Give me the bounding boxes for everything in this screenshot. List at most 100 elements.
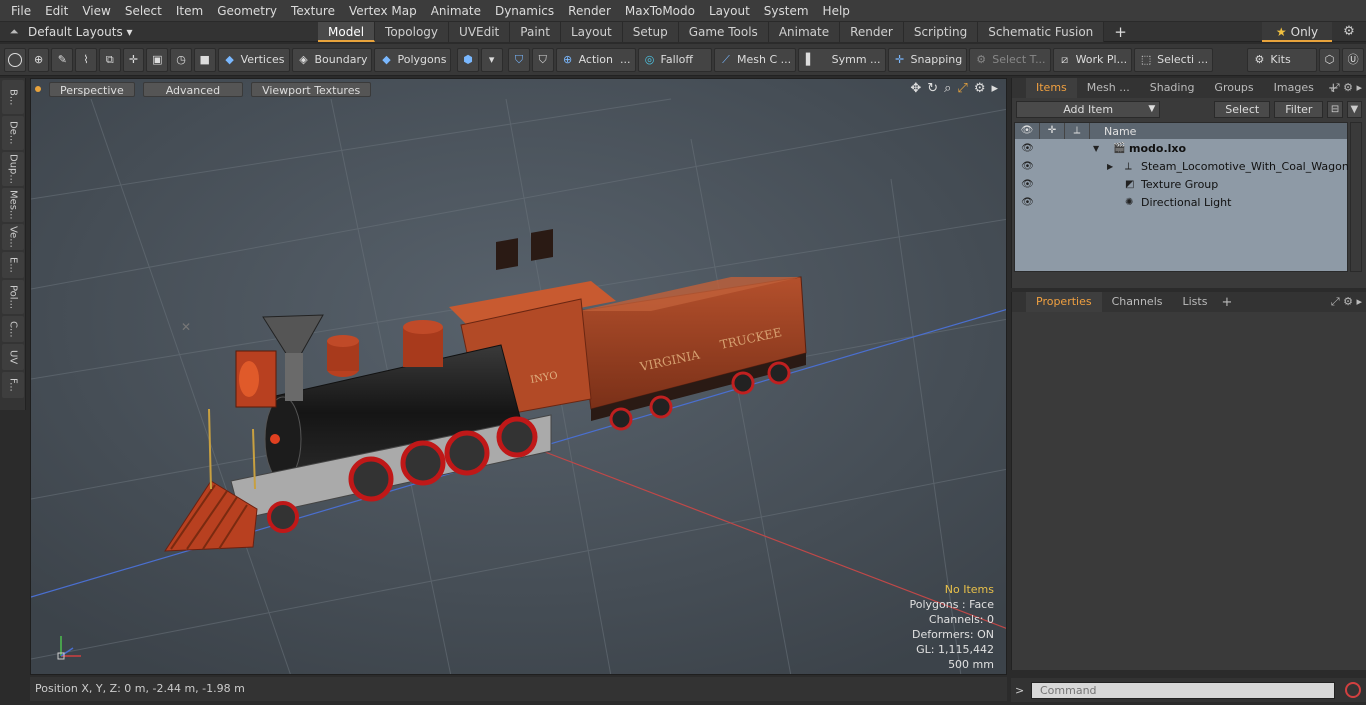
- tab-topology[interactable]: Topology: [375, 21, 450, 42]
- vertices-button[interactable]: ◆ Vertices: [217, 47, 290, 72]
- viewport-textures-button[interactable]: Viewport Textures: [251, 81, 372, 97]
- zoom-icon[interactable]: ⌕: [944, 81, 951, 96]
- add-item-button[interactable]: Add Item ▼: [1016, 100, 1161, 118]
- record-macro-icon[interactable]: [1345, 682, 1361, 698]
- collapse-icon[interactable]: ⊟: [1327, 100, 1343, 118]
- unreal-button[interactable]: Ⓤ: [1342, 47, 1365, 72]
- tab-uvedit[interactable]: UVEdit: [449, 21, 511, 42]
- material-button[interactable]: ⬢: [457, 47, 479, 72]
- falloff-button[interactable]: ◎ Falloff: [637, 47, 712, 72]
- scale-button[interactable]: ▣: [146, 47, 169, 72]
- symmetry-button[interactable]: ▌ Symm ...: [798, 47, 886, 72]
- tab-channels[interactable]: Channels: [1102, 292, 1173, 312]
- advanced-button[interactable]: Advanced: [142, 81, 244, 97]
- fit-icon[interactable]: ⤢: [957, 81, 967, 96]
- type-column-icon[interactable]: ⟂: [1065, 123, 1090, 139]
- tab-groups[interactable]: Groups: [1204, 78, 1263, 98]
- item-mode-button[interactable]: ■: [193, 47, 216, 72]
- menu-maxtomodo[interactable]: MaxToModo: [618, 0, 702, 22]
- pen-button[interactable]: ✎: [51, 47, 74, 72]
- action-button[interactable]: ⊕ Action ...: [555, 47, 636, 72]
- left-tab-mesh-edit[interactable]: Mes...: [2, 188, 24, 222]
- expand-triangle-icon[interactable]: ▶: [1107, 162, 1113, 171]
- transform-button[interactable]: ⧉: [98, 47, 121, 72]
- viewport-menu-dot[interactable]: [35, 86, 41, 92]
- tab-game-tools[interactable]: Game Tools: [678, 21, 769, 42]
- expand-triangle-icon[interactable]: ▼: [1093, 144, 1099, 153]
- select-through-button[interactable]: ⚙ Select T...: [969, 47, 1051, 72]
- panel-options-icon[interactable]: ⤢ ⚙ ▸: [1331, 78, 1362, 98]
- funnel-icon[interactable]: ▼: [1346, 100, 1362, 118]
- expand-right-icon[interactable]: ▸: [991, 81, 998, 96]
- menu-animate[interactable]: Animate: [424, 0, 488, 22]
- left-tab-fusion[interactable]: F...: [2, 372, 24, 398]
- tab-model[interactable]: Model: [318, 21, 376, 42]
- tab-properties[interactable]: Properties: [1026, 292, 1102, 312]
- kits-button[interactable]: ⚙ Kits: [1247, 47, 1317, 72]
- menu-edit[interactable]: Edit: [38, 0, 75, 22]
- tree-row-directional-light[interactable]: 👁 ✺ Directional Light: [1015, 193, 1347, 211]
- menu-vertex-map[interactable]: Vertex Map: [342, 0, 424, 22]
- tab-shading[interactable]: Shading: [1140, 78, 1205, 98]
- tab-scripting[interactable]: Scripting: [903, 21, 979, 42]
- command-input[interactable]: [1031, 681, 1335, 699]
- tab-layout[interactable]: Layout: [560, 21, 623, 42]
- menu-dynamics[interactable]: Dynamics: [488, 0, 561, 22]
- tab-lists[interactable]: Lists: [1173, 292, 1218, 312]
- perspective-button[interactable]: Perspective: [49, 81, 135, 97]
- menu-system[interactable]: System: [757, 0, 816, 22]
- dropdown-button[interactable]: ▾: [480, 47, 503, 72]
- left-tab-basic[interactable]: B...: [2, 80, 24, 114]
- left-tab-uv[interactable]: UV: [2, 344, 24, 370]
- name-column-header[interactable]: Name: [1090, 125, 1136, 138]
- layout-select[interactable]: Default Layouts ▾: [28, 25, 318, 39]
- left-tab-curve[interactable]: C...: [2, 316, 24, 342]
- menu-texture[interactable]: Texture: [284, 0, 342, 22]
- tab-setup[interactable]: Setup: [622, 21, 679, 42]
- tab-schematic-fusion[interactable]: Schematic Fusion: [978, 21, 1105, 42]
- add-tab-button[interactable]: +: [1104, 22, 1137, 42]
- tab-paint[interactable]: Paint: [510, 21, 561, 42]
- tree-row-texture-group[interactable]: 👁 ◩ Texture Group: [1015, 175, 1347, 193]
- left-tab-deform[interactable]: De...: [2, 116, 24, 150]
- menu-item[interactable]: Item: [169, 0, 210, 22]
- panel-options-icon[interactable]: ⤢ ⚙ ▸: [1331, 292, 1362, 312]
- work-plane-button[interactable]: ⧄ Work Pl...: [1052, 47, 1133, 72]
- snapping-button[interactable]: ✛ Snapping: [887, 47, 968, 72]
- move-button[interactable]: ✛: [122, 47, 145, 72]
- tree-row-mesh[interactable]: 👁 ▶ ⟂ Steam_Locomotive_With_Coal_Wagon: [1015, 157, 1349, 175]
- orbit-icon[interactable]: ↻: [927, 81, 938, 96]
- gear-icon[interactable]: ⚙: [1338, 22, 1360, 42]
- lock-column-icon[interactable]: ✛: [1040, 123, 1065, 139]
- left-tab-edge[interactable]: E...: [2, 252, 24, 278]
- eye-icon[interactable]: 👁: [1015, 161, 1040, 172]
- polygons-button[interactable]: ◆ Polygons: [374, 47, 452, 72]
- tree-row-scene[interactable]: 👁 ▼ 🎬 modo.lxo: [1015, 139, 1347, 157]
- brush-button[interactable]: ⌇: [75, 47, 97, 72]
- left-tab-polygon[interactable]: Pol...: [2, 280, 24, 314]
- tab-render[interactable]: Render: [840, 21, 904, 42]
- unity-button[interactable]: ⬡: [1318, 47, 1341, 72]
- boundary-button[interactable]: ◈ Boundary: [291, 47, 373, 72]
- visibility-column-icon[interactable]: 👁: [1015, 123, 1040, 139]
- shield-alt-button[interactable]: ⛉: [531, 47, 554, 72]
- add-panel-tab-icon[interactable]: +: [1217, 295, 1236, 310]
- menu-file[interactable]: File: [4, 0, 38, 22]
- menu-geometry[interactable]: Geometry: [210, 0, 284, 22]
- menu-render[interactable]: Render: [561, 0, 618, 22]
- select-circle-button[interactable]: [4, 47, 26, 72]
- eye-icon[interactable]: 👁: [1015, 143, 1040, 154]
- left-tab-duplicate[interactable]: Dup...: [2, 152, 24, 186]
- tab-images[interactable]: Images: [1264, 78, 1324, 98]
- tab-items[interactable]: Items: [1026, 78, 1077, 98]
- select-button[interactable]: Select: [1214, 100, 1271, 118]
- left-tab-vertex[interactable]: Ve...: [2, 224, 24, 250]
- 3d-viewport[interactable]: VIRGINIA TRUCKEE INYO ✕ Perspective Adva…: [30, 78, 1007, 675]
- menu-layout[interactable]: Layout: [702, 0, 757, 22]
- tab-animate[interactable]: Animate: [768, 21, 841, 42]
- tab-mesh[interactable]: Mesh ...: [1077, 78, 1140, 98]
- layout-arrow-icon[interactable]: ⏶: [0, 25, 28, 39]
- menu-select[interactable]: Select: [118, 0, 169, 22]
- viewport-settings-icon[interactable]: ⚙: [974, 81, 986, 96]
- pan-icon[interactable]: ✥: [910, 81, 921, 96]
